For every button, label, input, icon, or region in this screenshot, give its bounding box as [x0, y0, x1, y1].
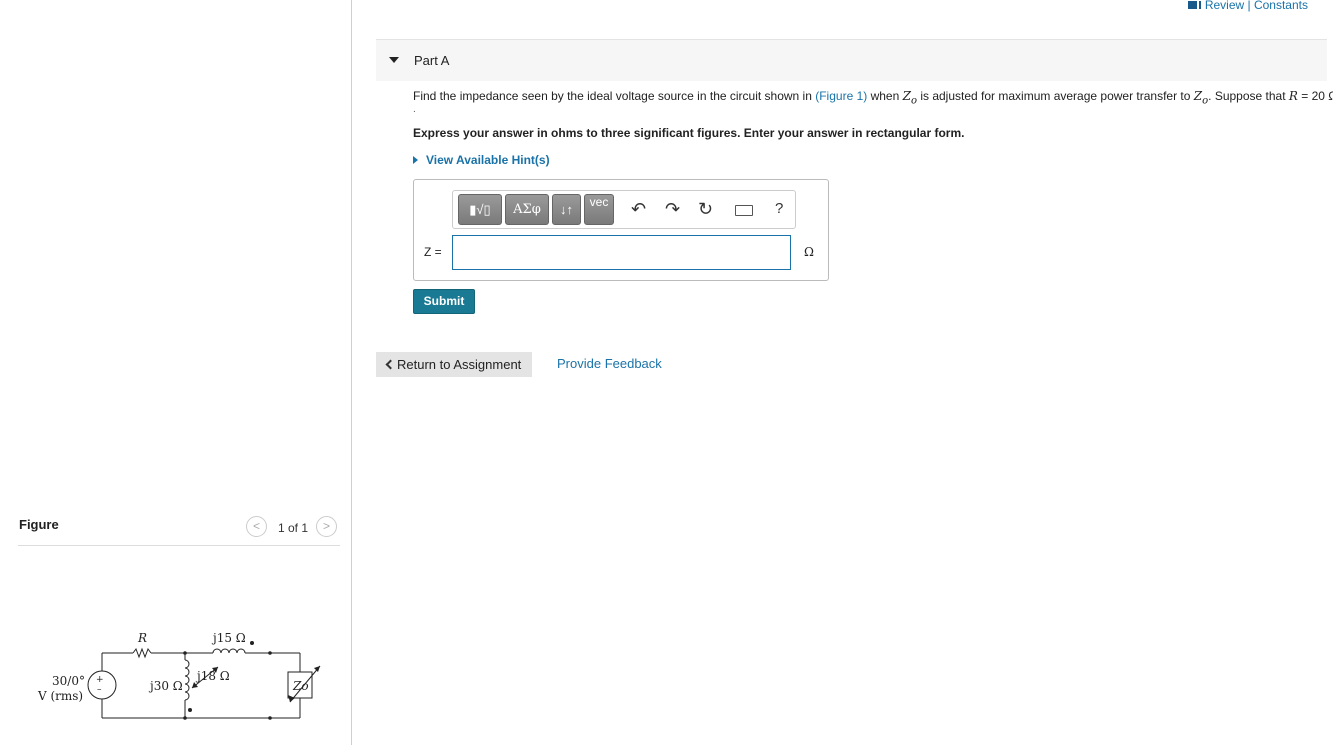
review-constants-link[interactable]: Review | Constants: [1187, 0, 1308, 12]
templates-button[interactable]: ▮√▯: [458, 194, 502, 225]
undo-icon[interactable]: ↶: [631, 199, 646, 219]
circuit-diagram[interactable]: + – 30/0° V (rms) R j15 Ω j18 Ω j30 Ω Zo: [30, 620, 330, 725]
resistor-label: R: [137, 631, 147, 645]
keyboard-icon[interactable]: [735, 205, 753, 216]
figure-link[interactable]: (Figure 1): [815, 89, 867, 103]
dot-marker: [250, 641, 254, 645]
load-label: Zo: [292, 679, 309, 693]
dot-marker: [188, 708, 192, 712]
resistor: [132, 647, 152, 659]
provide-feedback-link[interactable]: Provide Feedback: [557, 356, 662, 371]
inductor-left-label: j30 Ω: [148, 679, 183, 693]
question-text: Find the impedance seen by the ideal vol…: [413, 89, 1333, 107]
figure-pager-text: 1 of 1: [278, 521, 309, 535]
part-a-header[interactable]: Part A: [376, 39, 1327, 81]
source-unit-label: V (rms): [37, 689, 83, 703]
source-plus: +: [96, 675, 104, 685]
inductor-j15: [212, 648, 246, 654]
unit-label: Ω: [804, 245, 814, 259]
book-icon: [1187, 0, 1199, 9]
next-figure-button[interactable]: >: [316, 516, 337, 537]
submit-button[interactable]: Submit: [413, 289, 475, 314]
coupling-label: j18 Ω: [195, 669, 230, 683]
answer-input[interactable]: [452, 235, 791, 270]
figure-title: Figure: [19, 517, 59, 532]
chevron-left-icon: [385, 359, 396, 370]
figure-panel: Figure < 1 of 1 > + – 30/0° V (rms) R j1…: [0, 0, 352, 745]
reset-icon[interactable]: ↻: [698, 199, 713, 219]
source-value-label: 30/0°: [52, 674, 85, 688]
view-hints-link[interactable]: View Available Hint(s): [413, 153, 550, 167]
answer-label: Z =: [424, 245, 442, 259]
question-continuation: .: [413, 104, 416, 115]
previous-figure-button[interactable]: <: [246, 516, 267, 537]
math-toolbar: ▮√▯ ΑΣφ ↓↑ vec ↶ ↷ ↻ ?: [452, 190, 796, 229]
redo-icon[interactable]: ↷: [665, 199, 680, 219]
arrows-button[interactable]: ↓↑: [552, 194, 581, 225]
greek-symbols-button[interactable]: ΑΣφ: [505, 194, 549, 225]
help-button[interactable]: ?: [775, 199, 783, 219]
caret-down-icon[interactable]: [389, 57, 399, 63]
figure-header: Figure < 1 of 1 >: [18, 515, 340, 546]
answer-box: ▮√▯ ΑΣφ ↓↑ vec ↶ ↷ ↻ ? Z = Ω: [413, 179, 829, 281]
answer-instructions: Express your answer in ohms to three sig…: [413, 126, 965, 140]
return-to-assignment-button[interactable]: Return to Assignment: [376, 352, 532, 377]
caret-right-icon: [413, 155, 418, 164]
inductor-top-label: j15 Ω: [211, 631, 246, 645]
source-minus: –: [97, 685, 102, 695]
vector-button[interactable]: vec: [584, 194, 614, 225]
part-title: Part A: [414, 53, 450, 68]
inductor-j30: [184, 659, 190, 701]
